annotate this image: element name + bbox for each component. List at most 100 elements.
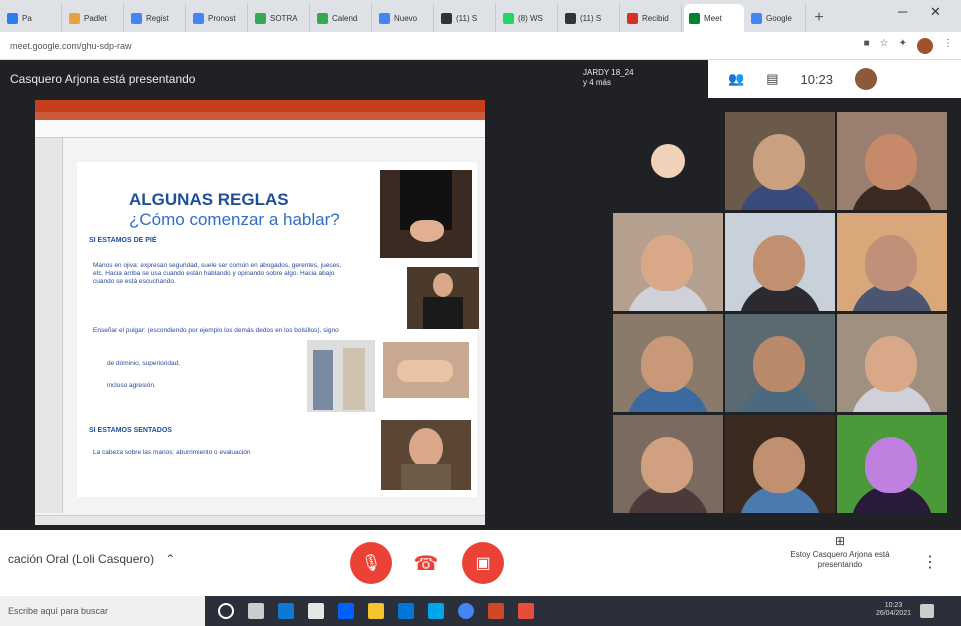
participant-tile[interactable]: [837, 213, 947, 311]
slide-photo-thumb: [383, 342, 469, 398]
profile-avatar[interactable]: [917, 38, 933, 54]
browser-tab[interactable]: Pa: [2, 4, 62, 32]
slide-text: incluso agresión.: [107, 382, 156, 389]
address-bar[interactable]: meet.google.com/ghu-sdp-raw ■ ☆ ✦ ⋮: [0, 32, 961, 60]
participant-face: [641, 235, 693, 291]
url-text[interactable]: meet.google.com/ghu-sdp-raw: [10, 41, 132, 51]
browser-tab-label: Nuevo: [394, 13, 418, 23]
slide-bullet: Enseñar el pulgar: (escondiendo por ejem…: [93, 327, 339, 334]
participant-tile[interactable]: [837, 314, 947, 412]
ppt-ribbon: [35, 120, 485, 138]
tab-favicon-icon: [69, 12, 80, 24]
tab-favicon-icon: [317, 12, 328, 24]
store-icon[interactable]: [308, 603, 324, 619]
notifications-icon[interactable]: [920, 604, 934, 618]
cortana-icon[interactable]: [218, 603, 234, 619]
extension-icon[interactable]: ✦: [899, 38, 907, 54]
slide-title: ALGUNAS REGLAS: [129, 190, 289, 209]
presented-powerpoint-window: ALGUNAS REGLAS ¿Cómo comenzar a hablar? …: [35, 100, 485, 525]
participant-grid: [613, 112, 948, 514]
participant-tile[interactable]: [837, 112, 947, 210]
powerpoint-icon[interactable]: [488, 603, 504, 619]
browser-tab[interactable]: (11) S: [560, 4, 620, 32]
new-tab-button[interactable]: +: [808, 4, 830, 32]
app-icon[interactable]: [518, 603, 534, 619]
participant-tile[interactable]: [725, 112, 835, 210]
chat-icon[interactable]: ▤: [766, 71, 778, 87]
browser-tab-label: SOTRA: [270, 13, 298, 23]
ppt-titlebar: [35, 100, 485, 112]
ppt-menu-bar: [35, 112, 485, 120]
browser-tab[interactable]: Calend: [312, 4, 372, 32]
dropbox-icon[interactable]: [338, 603, 354, 619]
camera-icon[interactable]: ■: [864, 38, 870, 54]
participant-tile[interactable]: [613, 213, 723, 311]
browser-tab[interactable]: (8) WS: [498, 4, 558, 32]
system-tray-clock[interactable]: 10:23 26/04/2021: [876, 602, 911, 619]
browser-tab-label: (8) WS: [518, 13, 543, 23]
ppt-status-bar: [35, 515, 485, 525]
browser-tab[interactable]: Meet: [684, 4, 744, 32]
browser-tab[interactable]: SOTRA: [250, 4, 310, 32]
slide-photo-girl: [381, 420, 471, 490]
browser-tab[interactable]: Google: [746, 4, 806, 32]
participant-tile[interactable]: [725, 213, 835, 311]
participant-face: [753, 235, 805, 291]
browser-tab-label: Recibid: [642, 13, 669, 23]
chrome-icon[interactable]: [458, 603, 474, 619]
close-window-icon[interactable]: ✕: [930, 4, 941, 20]
star-icon[interactable]: ☆: [880, 38, 889, 54]
minimize-icon[interactable]: ─: [898, 4, 907, 19]
edge-icon[interactable]: [278, 603, 294, 619]
tab-favicon-icon: [689, 12, 700, 24]
pinned-participant-sub: y 4 más: [583, 78, 612, 88]
slide-bullet: La cabeza sobre las manos: aburrimiento …: [93, 449, 251, 456]
present-icon: ⊞: [834, 534, 846, 548]
browser-menu-icon[interactable]: ⋮: [943, 38, 953, 54]
chevron-up-icon[interactable]: ⌃: [165, 552, 175, 566]
slide-photo-people: [307, 340, 375, 412]
browser-tab[interactable]: Regist: [126, 4, 186, 32]
hangup-button[interactable]: ☎: [405, 542, 447, 584]
browser-tab-label: Meet: [704, 13, 722, 23]
ppt-slide-thumbnails: [35, 138, 63, 513]
meet-stage: Casquero Arjona está presentando ALGUNAS…: [0, 60, 961, 530]
meeting-name-text: cación Oral (Loli Casquero): [8, 552, 155, 566]
meeting-name[interactable]: cación Oral (Loli Casquero) ⌃: [8, 552, 175, 566]
people-icon[interactable]: 👥: [728, 71, 744, 87]
participant-face: [865, 437, 917, 493]
taskbar-search[interactable]: Escribe aquí para buscar: [0, 596, 205, 626]
task-view-icon[interactable]: [248, 603, 264, 619]
tab-favicon-icon: [131, 12, 142, 24]
participant-tile[interactable]: [613, 314, 723, 412]
participant-tile[interactable]: [837, 415, 947, 513]
mic-off-button[interactable]: 🎙: [350, 542, 392, 584]
self-avatar[interactable]: [855, 68, 878, 90]
participant-tile[interactable]: [613, 112, 723, 210]
browser-tab[interactable]: (11) S: [436, 4, 496, 32]
participant-face: [865, 336, 917, 392]
participant-tile[interactable]: [613, 415, 723, 513]
camera-off-button[interactable]: ▣: [462, 542, 504, 584]
tab-favicon-icon: [193, 12, 204, 24]
browser-tab[interactable]: Pronost: [188, 4, 248, 32]
current-slide: ALGUNAS REGLAS ¿Cómo comenzar a hablar? …: [77, 162, 479, 497]
browser-tab[interactable]: Recibid: [622, 4, 682, 32]
explorer-icon[interactable]: [368, 603, 384, 619]
tab-favicon-icon: [7, 12, 18, 24]
browser-tab[interactable]: Padlet: [64, 4, 124, 32]
browser-tab-label: Pa: [22, 13, 32, 23]
tab-favicon-icon: [627, 12, 638, 24]
mail-icon[interactable]: [398, 603, 414, 619]
skype-icon[interactable]: [428, 603, 444, 619]
browser-tab-label: Padlet: [84, 13, 107, 23]
meet-top-right-bar: 👥 ▤ 10:23: [708, 60, 961, 98]
browser-tab[interactable]: Nuevo: [374, 4, 434, 32]
presenter-info[interactable]: ⊞ Estoy Casquero Arjona está presentando: [780, 534, 900, 570]
slide-photo-hands: [380, 170, 472, 258]
slide-subtitle: ¿Cómo comenzar a hablar?: [129, 210, 340, 229]
participant-tile[interactable]: [725, 314, 835, 412]
more-options-icon[interactable]: ⋮: [922, 552, 938, 572]
participant-tile[interactable]: [725, 415, 835, 513]
participant-face: [753, 336, 805, 392]
